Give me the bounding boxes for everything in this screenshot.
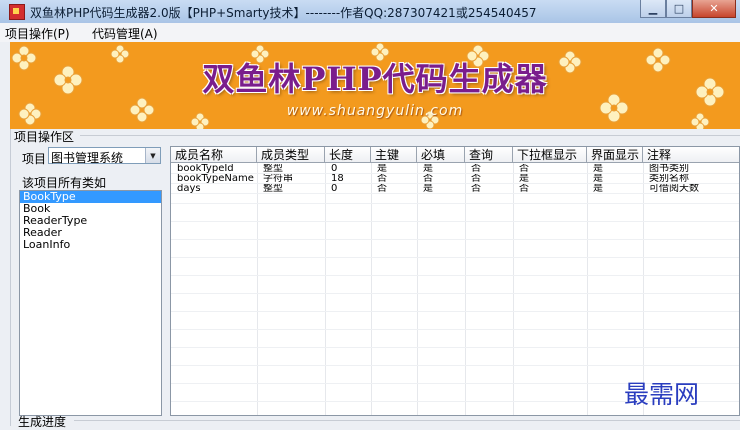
cell-length: 18 [331, 174, 344, 184]
grid-row-line [171, 203, 739, 204]
table-row[interactable]: bookTypeName 字符串 18 否 否 否 是 是 类别名称 [171, 174, 739, 184]
cell-ui-display: 是 [593, 174, 603, 184]
chevron-down-icon[interactable]: ▼ [145, 148, 160, 163]
cell-length: 0 [331, 184, 338, 194]
cell-member-name: bookTypeName [177, 174, 254, 184]
title-bar[interactable]: 双鱼林PHP代码生成器2.0版【PHP+Smarty技术】--------作者Q… [0, 0, 740, 24]
cell-primary-key: 是 [377, 164, 387, 174]
cell-dropdown-display: 是 [519, 174, 529, 184]
project-select[interactable]: 图书管理系统 ▼ [48, 147, 161, 165]
column-header[interactable]: 必填 [417, 147, 465, 163]
cell-comment: 类别名称 [649, 174, 689, 184]
grid-column-line [325, 163, 326, 415]
cell-member-name: days [177, 184, 201, 194]
cell-comment: 图书类别 [649, 164, 689, 174]
cell-primary-key: 否 [377, 184, 387, 194]
grid-column-line [513, 163, 514, 415]
maximize-icon: □ [673, 2, 685, 15]
grid-row-line [171, 347, 739, 348]
grid-row-line [171, 311, 739, 312]
grid-row-line [171, 257, 739, 258]
column-header[interactable]: 成员名称 [171, 147, 257, 163]
cell-ui-display: 是 [593, 184, 603, 194]
column-header[interactable]: 下拉框显示 [513, 147, 587, 163]
table-row[interactable]: bookTypeId 整型 0 是 是 否 否 是 图书类别 [171, 164, 739, 174]
cell-ui-display: 是 [593, 164, 603, 174]
progress-divider [74, 420, 740, 421]
project-label: 项目 [22, 152, 47, 166]
banner: 双鱼林PHP代码生成器 www.shuangyulin.com [10, 42, 740, 129]
grid-row-line [171, 239, 739, 240]
cell-dropdown-display: 否 [519, 184, 529, 194]
grid-row-line [171, 293, 739, 294]
grid-row-line [171, 365, 739, 366]
cell-member-type: 整型 [263, 184, 283, 194]
watermark-text: 最需网 [624, 380, 700, 409]
class-list-item[interactable]: LoanInfo [20, 239, 161, 251]
column-header[interactable]: 注释 [643, 147, 739, 163]
window-title: 双鱼林PHP代码生成器2.0版【PHP+Smarty技术】--------作者Q… [30, 6, 537, 20]
grid-header: 成员名称 成员类型 长度 主键 必填 查询 下拉框显示 界面显示 注释 [171, 147, 739, 163]
close-button[interactable]: ✕ [692, 0, 736, 18]
grid-row-line [171, 275, 739, 276]
cell-length: 0 [331, 164, 338, 174]
cell-dropdown-display: 否 [519, 164, 529, 174]
menu-bar: 项目操作(P) 代码管理(A) [0, 23, 740, 43]
grid-column-line [587, 163, 588, 415]
column-header[interactable]: 界面显示 [587, 147, 643, 163]
grid-row-line [171, 221, 739, 222]
grid-column-line [257, 163, 258, 415]
project-area-label: 项目操作区 [14, 130, 75, 144]
cell-member-type: 整型 [263, 164, 283, 174]
app-icon [9, 4, 25, 20]
close-icon: ✕ [709, 2, 719, 15]
cell-query: 否 [471, 164, 481, 174]
cell-required: 是 [423, 184, 433, 194]
column-header[interactable]: 长度 [325, 147, 371, 163]
cell-required: 是 [423, 164, 433, 174]
cell-member-name: bookTypeId [177, 164, 234, 174]
grid-row-line [171, 329, 739, 330]
cell-required: 否 [423, 174, 433, 184]
minimize-button[interactable]: ▁ [640, 0, 666, 18]
window-controls: ▁ □ ✕ [640, 0, 736, 18]
class-list[interactable]: BookType Book ReaderType Reader LoanInfo [19, 190, 162, 416]
banner-url: www.shuangyulin.com [286, 103, 464, 119]
classes-label: 该项目所有类如 [22, 176, 107, 190]
cell-query: 否 [471, 174, 481, 184]
minimize-icon: ▁ [648, 2, 658, 15]
column-header[interactable]: 主键 [371, 147, 417, 163]
project-select-value: 图书管理系统 [51, 151, 124, 165]
cell-member-type: 字符串 [263, 174, 293, 184]
grid-column-line [465, 163, 466, 415]
project-area-divider [80, 135, 740, 136]
menu-code-management[interactable]: 代码管理(A) [92, 25, 158, 42]
grid-column-line [371, 163, 372, 415]
table-row[interactable]: days 整型 0 否 是 否 否 是 可借阅天数 [171, 184, 739, 194]
cell-comment: 可借阅天数 [649, 184, 699, 194]
cell-primary-key: 否 [377, 174, 387, 184]
progress-label: 生成进度 [18, 415, 67, 429]
banner-title: 双鱼林PHP代码生成器 [202, 60, 548, 98]
maximize-button[interactable]: □ [666, 0, 692, 18]
grid-column-line [417, 163, 418, 415]
cell-query: 否 [471, 184, 481, 194]
menu-project-operations[interactable]: 项目操作(P) [5, 25, 70, 42]
column-header[interactable]: 查询 [465, 147, 513, 163]
column-header[interactable]: 成员类型 [257, 147, 325, 163]
